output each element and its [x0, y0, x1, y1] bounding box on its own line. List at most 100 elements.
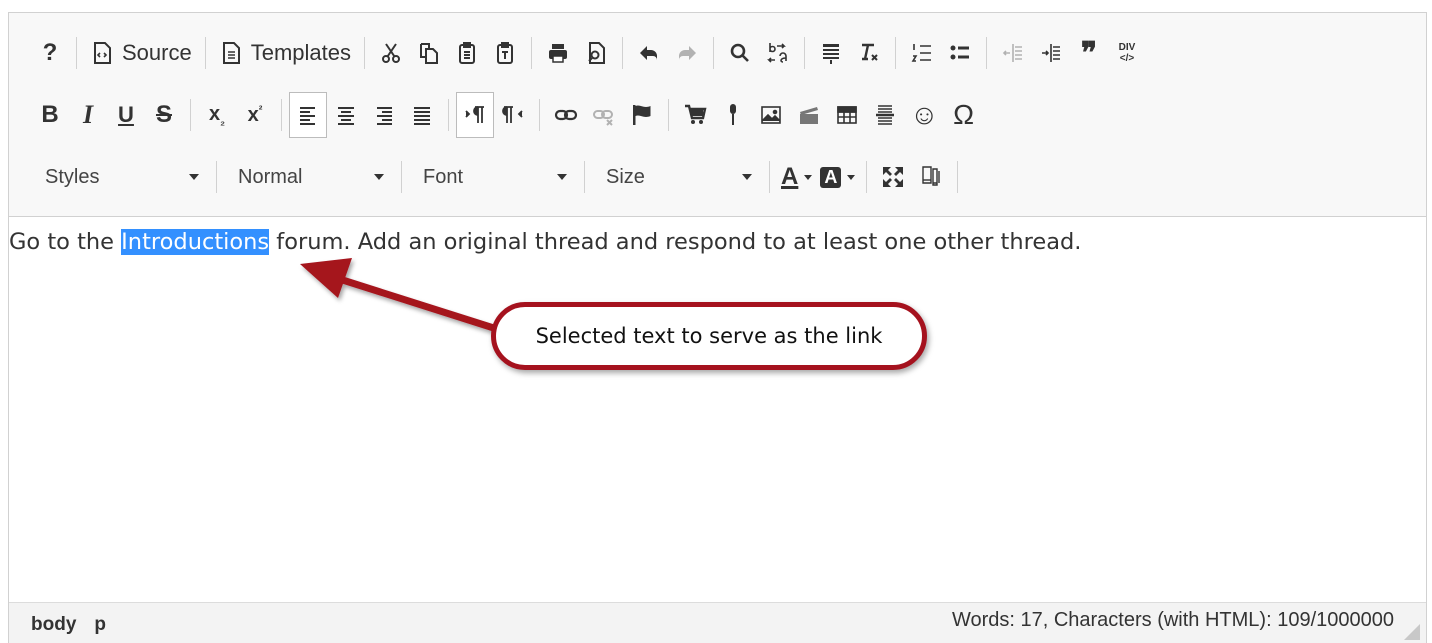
format-dropdown[interactable]: Normal: [224, 157, 394, 197]
remove-format-button[interactable]: [850, 33, 888, 73]
indent-button[interactable]: [1032, 33, 1070, 73]
anchor-button[interactable]: [623, 95, 661, 135]
selected-text[interactable]: Introductions: [121, 229, 270, 255]
underline-button[interactable]: U: [107, 95, 145, 135]
text-direction-rtl-button[interactable]: [494, 95, 532, 135]
toolbar-separator: [769, 161, 770, 193]
undo-button[interactable]: [630, 33, 668, 73]
copy-icon: [420, 43, 438, 64]
unlink-icon: [593, 110, 613, 126]
toolbar-separator: [895, 37, 896, 69]
smiley-button[interactable]: ☺: [904, 95, 945, 135]
preview-button[interactable]: [577, 33, 615, 73]
toolbar-separator: [957, 161, 959, 193]
toolbar-separator: [531, 37, 532, 69]
text-color-button[interactable]: A: [777, 157, 816, 197]
superscript-mark: ²: [258, 103, 263, 116]
image-button[interactable]: [752, 95, 790, 135]
size-dropdown[interactable]: Size: [592, 157, 762, 197]
numbered-list-button[interactable]: [903, 33, 941, 73]
accessibility-check-button[interactable]: [912, 157, 950, 197]
paste-text-button[interactable]: [486, 33, 524, 73]
strikethrough-icon: S: [155, 101, 172, 128]
toolbar-separator: [204, 37, 206, 69]
strikethrough-button[interactable]: S: [145, 95, 183, 135]
element-path: body p: [31, 614, 106, 636]
align-center-button[interactable]: [327, 95, 365, 135]
superscript-button[interactable]: x²: [236, 95, 274, 135]
text-direction-ltr-button[interactable]: [456, 92, 494, 138]
align-left-button[interactable]: [289, 92, 327, 138]
outdent-button[interactable]: [994, 33, 1032, 73]
status-bar: body p Words: 17, Characters (with HTML)…: [9, 602, 1426, 643]
resize-handle-icon[interactable]: [1404, 624, 1420, 640]
div-icon-top: DIV: [1118, 42, 1136, 53]
div-icon: DIV </>: [1119, 42, 1136, 64]
source-button[interactable]: Source: [84, 33, 198, 73]
undo-icon: [640, 46, 657, 60]
video-button[interactable]: [790, 95, 828, 135]
italic-button[interactable]: I: [69, 95, 107, 135]
show-blocks-icon: [823, 44, 839, 64]
bulleted-list-button[interactable]: [941, 33, 979, 73]
table-button[interactable]: [828, 95, 866, 135]
toolbar-separator: [584, 161, 585, 193]
audio-button[interactable]: [714, 95, 752, 135]
styles-dropdown[interactable]: Styles: [31, 157, 209, 197]
templates-button[interactable]: Templates: [213, 33, 357, 73]
table-icon: [837, 106, 857, 124]
justify-button[interactable]: [403, 95, 441, 135]
clipboard-icon: [459, 42, 475, 64]
bold-button[interactable]: B: [31, 95, 69, 135]
store-button[interactable]: [676, 95, 714, 135]
path-item-p[interactable]: p: [94, 614, 106, 636]
replace-button[interactable]: [759, 33, 797, 73]
copy-button[interactable]: [410, 33, 448, 73]
link-button[interactable]: [547, 95, 585, 135]
show-blocks-button[interactable]: [812, 33, 850, 73]
toolbar-separator: [190, 99, 191, 131]
align-right-icon: [377, 107, 392, 125]
div-container-button[interactable]: DIV </>: [1108, 33, 1146, 73]
rtl-icon: [502, 106, 523, 123]
find-button[interactable]: [721, 33, 759, 73]
chevron-down-icon: [374, 174, 384, 180]
blockquote-button[interactable]: ❞: [1070, 33, 1108, 73]
text-before-selection: Go to the: [9, 229, 122, 255]
editor-content-area[interactable]: Go to the Introductions forum. Add an or…: [9, 217, 1426, 602]
smiley-icon: ☺: [910, 99, 939, 130]
toolbar-separator: [713, 37, 714, 69]
special-char-button[interactable]: Ω: [945, 95, 983, 135]
print-button[interactable]: [539, 33, 577, 73]
cart-icon: [685, 104, 707, 124]
chevron-down-icon: [847, 174, 856, 180]
font-dropdown[interactable]: Font: [409, 157, 577, 197]
cut-button[interactable]: [372, 33, 410, 73]
replace-icon: [767, 43, 787, 63]
font-dropdown-label: Font: [423, 165, 464, 188]
blockquote-icon: ❞: [1080, 36, 1098, 70]
redo-button[interactable]: [668, 33, 706, 73]
annotation-callout: Selected text to serve as the link: [491, 302, 927, 370]
horizontal-rule-button[interactable]: [866, 95, 904, 135]
toolbar-separator: [668, 99, 669, 131]
superscript-icon: x²: [248, 104, 263, 127]
background-color-button[interactable]: A: [816, 157, 859, 197]
toolbar-separator: [622, 37, 623, 69]
align-right-button[interactable]: [365, 95, 403, 135]
maximize-button[interactable]: [874, 157, 912, 197]
align-left-icon: [300, 107, 315, 125]
word-count: Words: 17, Characters (with HTML): 109/1…: [951, 609, 1394, 631]
paste-button[interactable]: [448, 33, 486, 73]
preview-icon: [588, 42, 605, 64]
help-button[interactable]: ?: [31, 33, 69, 73]
printer-icon: [549, 44, 567, 63]
path-item-body[interactable]: body: [31, 614, 76, 636]
toolbar-row-3: Styles Normal Font Size A A: [31, 155, 965, 199]
superscript-base: x: [247, 103, 259, 126]
paragraph: Go to the Introductions forum. Add an or…: [9, 229, 1081, 255]
remove-format-icon: [862, 43, 878, 61]
toolbar-separator: [539, 99, 540, 131]
subscript-button[interactable]: x₂: [198, 95, 236, 135]
unlink-button[interactable]: [585, 95, 623, 135]
